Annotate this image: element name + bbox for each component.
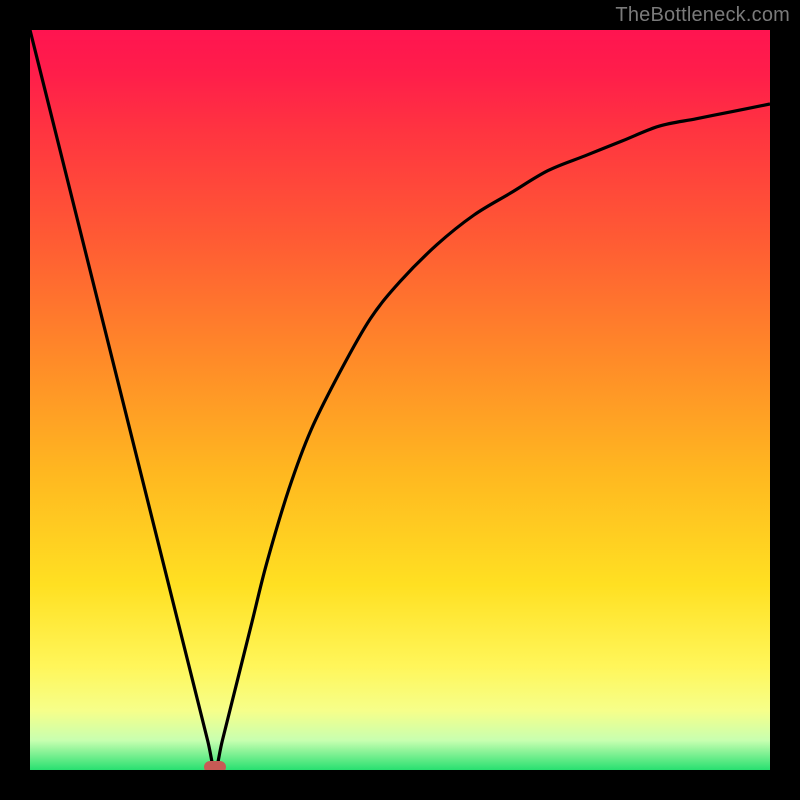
minimum-marker <box>204 761 226 770</box>
plot-area <box>30 30 770 770</box>
watermark-text: TheBottleneck.com <box>615 4 790 27</box>
gradient-background <box>30 30 770 770</box>
chart-stage: TheBottleneck.com <box>0 0 800 800</box>
